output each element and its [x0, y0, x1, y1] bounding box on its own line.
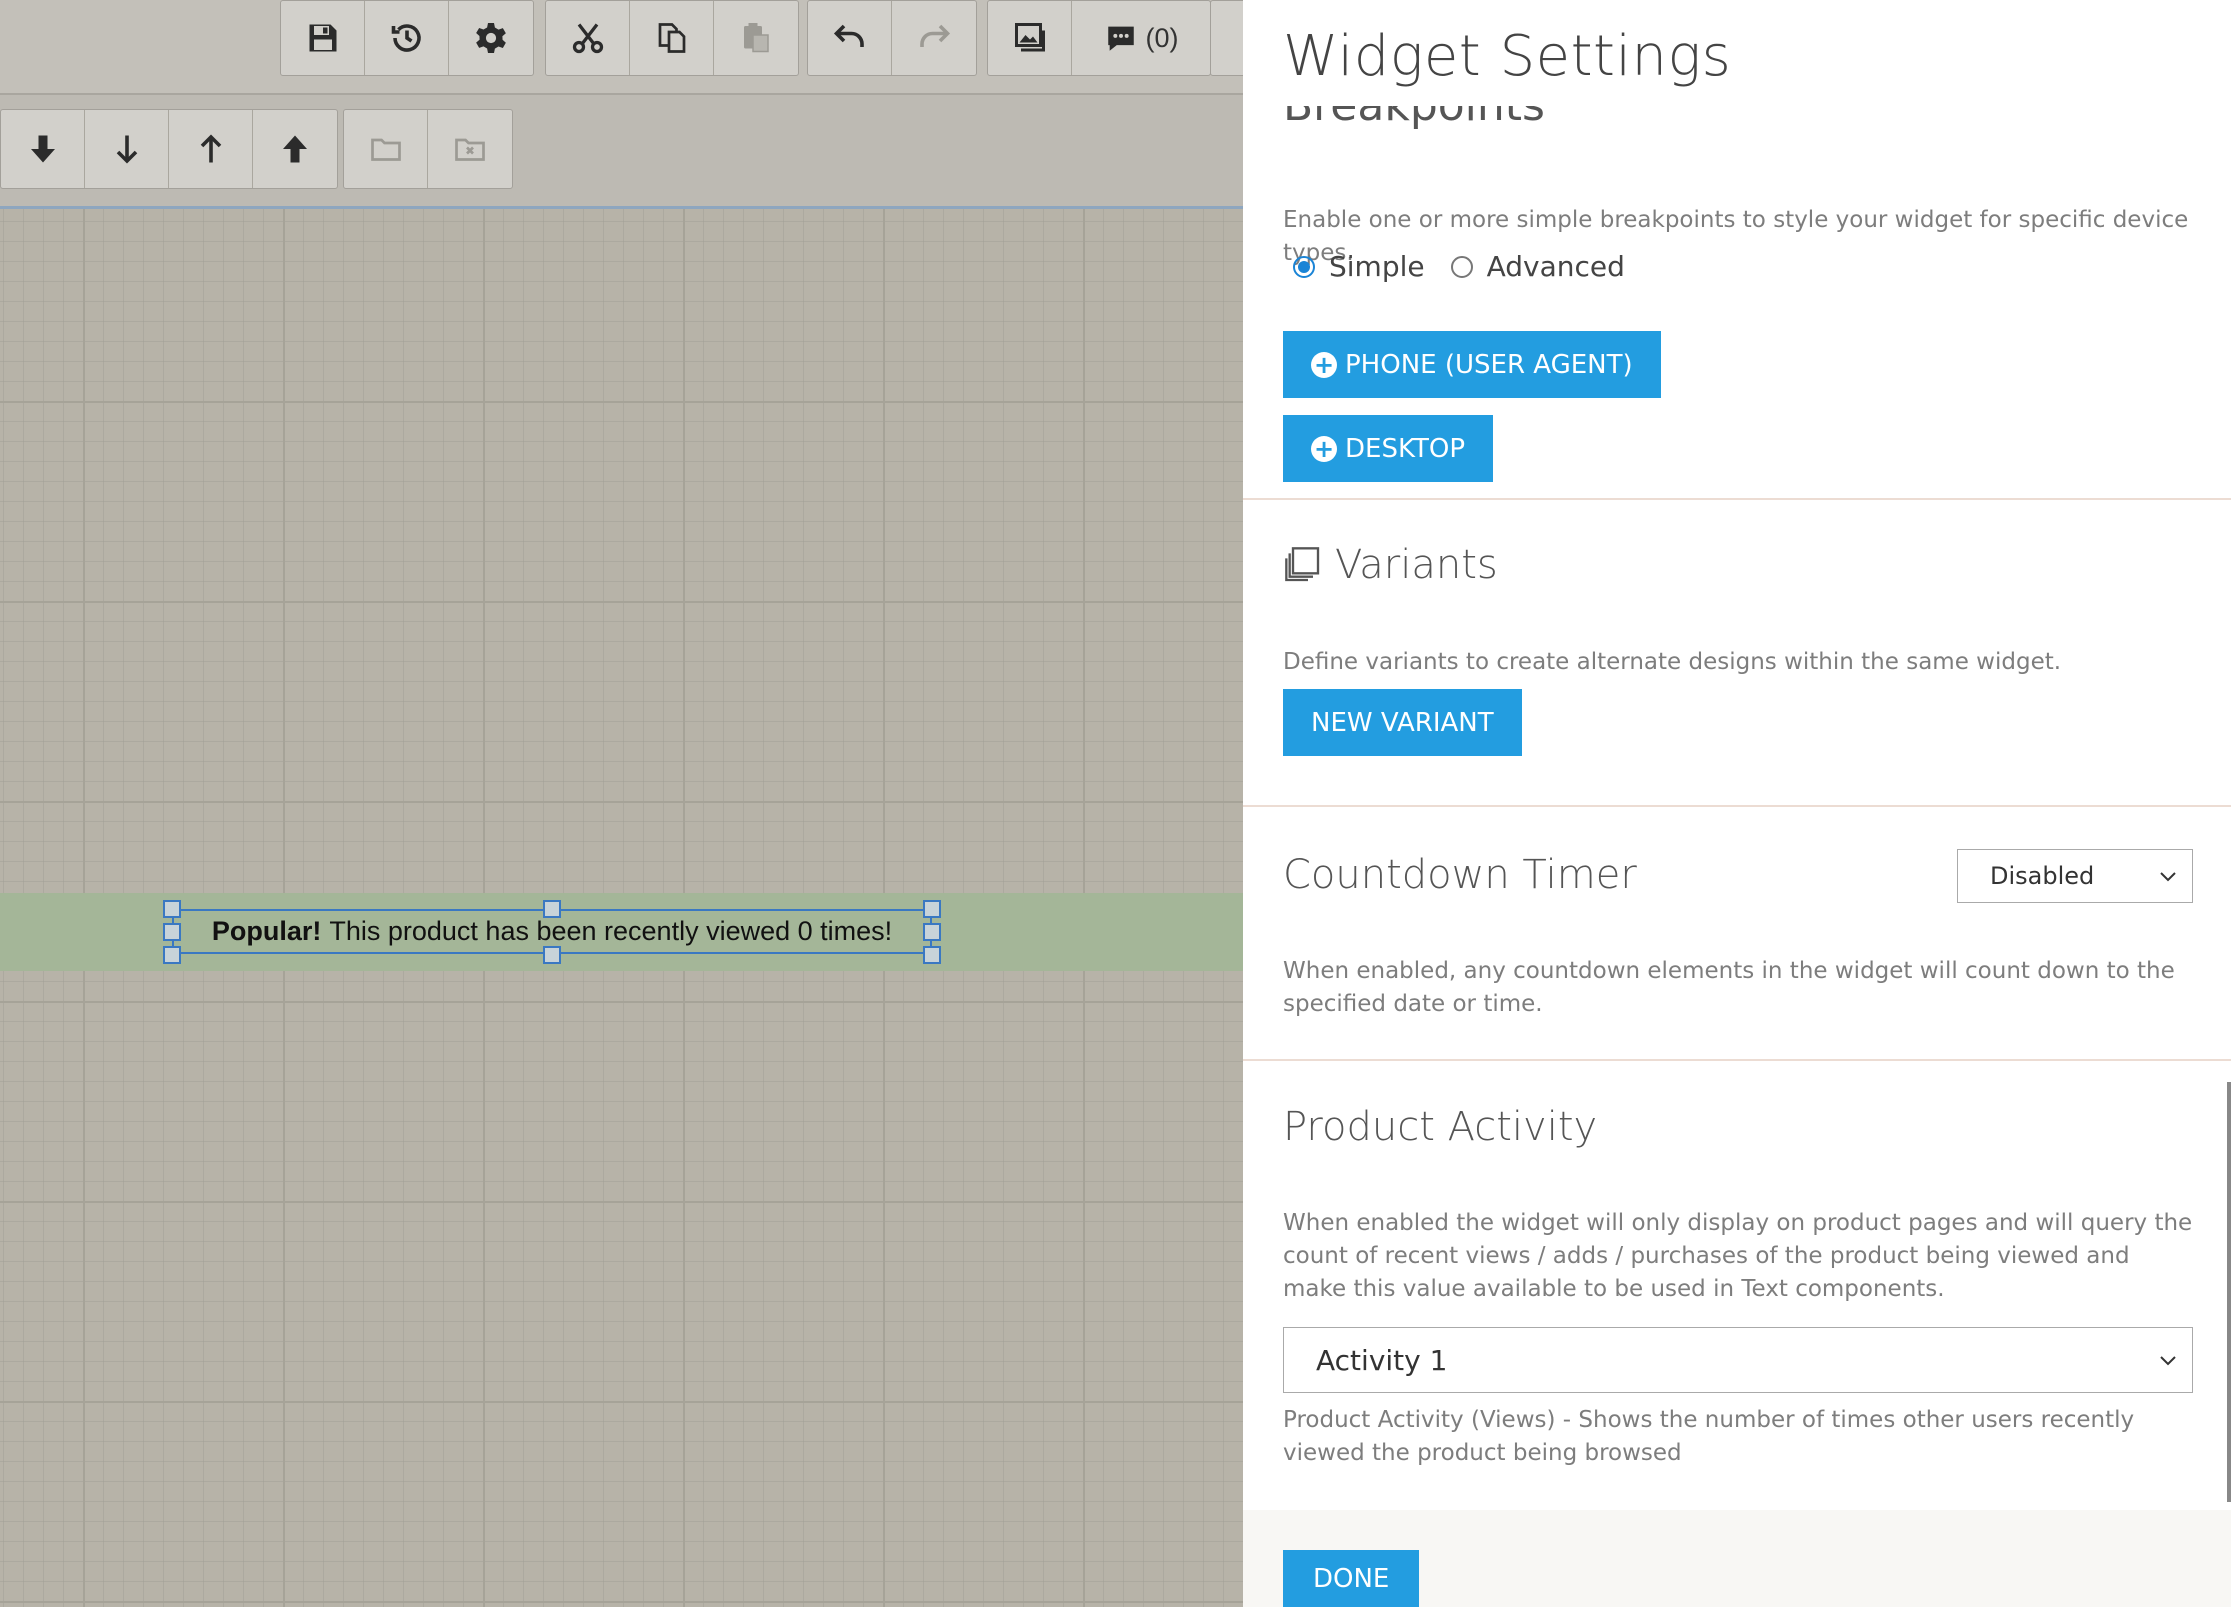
- plus-circle-icon: +: [1311, 435, 1337, 462]
- variants-description: Define variants to create alternate desi…: [1283, 649, 2062, 675]
- resize-handle[interactable]: [163, 946, 181, 964]
- resize-handle[interactable]: [923, 900, 941, 918]
- send-to-back-icon[interactable]: [1, 110, 85, 188]
- product-activity-description: When enabled the widget will only displa…: [1283, 1210, 2193, 1302]
- redo-icon[interactable]: [892, 1, 976, 75]
- chevron-down-icon: [2160, 872, 2176, 882]
- folder-remove-icon[interactable]: [428, 110, 512, 188]
- image-icon[interactable]: [988, 1, 1072, 75]
- countdown-heading: Countdown Timer: [1283, 852, 1637, 898]
- undo-icon[interactable]: [808, 1, 892, 75]
- resize-handle[interactable]: [923, 946, 941, 964]
- history-group: [807, 0, 977, 76]
- panel-title: Widget Settings: [1283, 24, 1732, 89]
- new-variant-button[interactable]: NEW VARIANT: [1283, 689, 1522, 756]
- chevron-down-icon: [2160, 1356, 2176, 1366]
- product-activity-help: Product Activity (Views) - Shows the num…: [1283, 1407, 2135, 1466]
- countdown-description: When enabled, any countdown elements in …: [1283, 958, 2175, 1017]
- comment-count: (0): [1145, 22, 1179, 53]
- countdown-select[interactable]: Disabled: [1957, 849, 2193, 903]
- simple-radio[interactable]: [1293, 255, 1315, 278]
- add-phone-breakpoint-button[interactable]: + PHONE (USER AGENT): [1283, 331, 1661, 398]
- section-divider: [1243, 498, 2231, 500]
- section-divider: [1243, 805, 2231, 807]
- breakpoint-mode: Simple Advanced: [1293, 250, 1651, 283]
- main-toolbar: (0): [0, 0, 1243, 95]
- bring-to-front-icon[interactable]: [253, 110, 337, 188]
- widget-bold-text: Popular!: [211, 916, 322, 946]
- product-activity-heading: Product Activity: [1283, 1104, 1598, 1150]
- file-group: [280, 0, 534, 76]
- done-button[interactable]: DONE: [1283, 1550, 1420, 1607]
- activity-select[interactable]: Activity 1: [1283, 1327, 2193, 1393]
- breakpoints-heading: Breakpoints: [1283, 106, 1545, 146]
- folder-icon[interactable]: [344, 110, 428, 188]
- resize-handle[interactable]: [163, 900, 181, 918]
- resize-handle[interactable]: [923, 923, 941, 941]
- add-desktop-breakpoint-button[interactable]: + DESKTOP: [1283, 415, 1494, 482]
- editor-area: (0) Popular! This product has been recen…: [0, 0, 1243, 1607]
- advanced-radio[interactable]: [1450, 255, 1473, 278]
- plus-circle-icon: +: [1311, 351, 1337, 378]
- floppy-disk-icon[interactable]: [281, 1, 365, 75]
- bring-forward-icon[interactable]: [169, 110, 253, 188]
- folder-group: [343, 109, 513, 189]
- comments-button[interactable]: (0): [1072, 1, 1210, 75]
- resize-handle[interactable]: [543, 946, 561, 964]
- copy-icon[interactable]: [630, 1, 714, 75]
- advanced-radio-label[interactable]: Advanced: [1487, 250, 1625, 283]
- arrange-toolbar: [0, 95, 1243, 209]
- layer-group: [0, 109, 338, 189]
- resize-handle[interactable]: [543, 900, 561, 918]
- gear-icon[interactable]: [449, 1, 533, 75]
- cut-icon[interactable]: [546, 1, 630, 75]
- widget-text: This product has been recently viewed 0 …: [329, 916, 893, 946]
- variants-icon: [1285, 547, 1320, 582]
- send-backward-icon[interactable]: [85, 110, 169, 188]
- comment-icon: [1107, 26, 1134, 51]
- more-group[interactable]: [1210, 0, 1243, 76]
- section-divider: [1243, 1059, 2231, 1061]
- panel-scrollbar[interactable]: [2227, 1082, 2231, 1502]
- media-group: (0): [987, 0, 1211, 76]
- paste-icon[interactable]: [714, 1, 798, 75]
- widget-settings-panel: Widget Settings Breakpoints Enable one o…: [1243, 0, 2231, 1607]
- history-icon[interactable]: [365, 1, 449, 75]
- resize-handle[interactable]: [163, 923, 181, 941]
- simple-radio-label[interactable]: Simple: [1329, 250, 1425, 283]
- clipboard-group: [545, 0, 799, 76]
- variants-heading: Variants: [1283, 542, 1498, 588]
